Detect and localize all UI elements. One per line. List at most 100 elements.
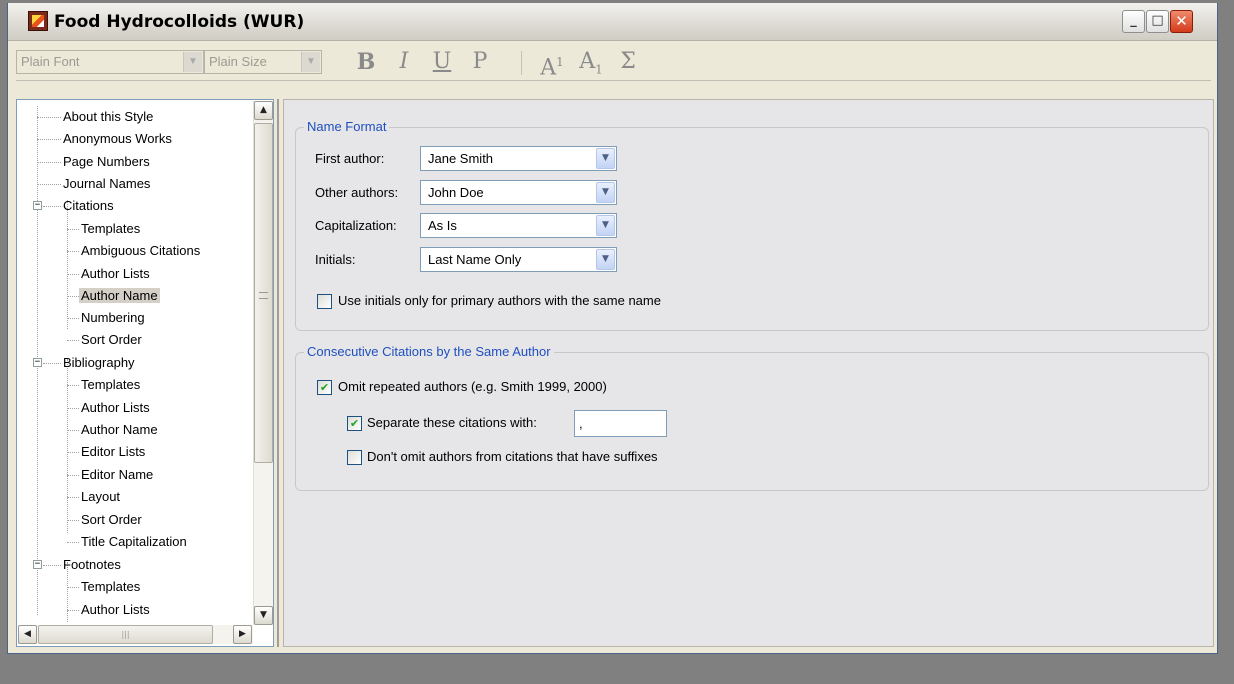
tree-item[interactable]: Author Lists — [79, 397, 152, 419]
tree-item[interactable]: Title Capitalization — [79, 531, 189, 553]
tree-item[interactable]: Author Name — [79, 419, 160, 441]
use-initials-label: Use initials only for primary authors wi… — [338, 293, 661, 308]
scroll-up-icon[interactable]: ▲ — [254, 101, 273, 120]
tree-item[interactable]: Templates — [79, 374, 142, 396]
tree-item[interactable]: Numbering — [79, 307, 147, 329]
tree-item[interactable]: Sort Order — [79, 329, 144, 351]
tree-horizontal-scrollbar[interactable]: ◀ ||| ▶ — [18, 625, 253, 644]
capitalization-label: Capitalization: — [315, 218, 397, 233]
maximize-button[interactable]: □ — [1146, 10, 1169, 33]
tree-item[interactable]: Editor Lists — [79, 441, 147, 463]
tree-connector — [67, 520, 79, 521]
plain-button[interactable]: P — [468, 49, 492, 75]
tree-connector — [37, 139, 61, 140]
initials-value: Last Name Only — [428, 252, 522, 267]
tree-vertical-scrollbar[interactable]: ▲ ▼ — [253, 101, 273, 625]
use-initials-checkbox[interactable] — [317, 294, 332, 309]
tree-item[interactable]: Templates — [79, 218, 142, 240]
minimize-button[interactable]: _ — [1122, 10, 1145, 33]
tree-item[interactable]: Templates — [79, 576, 142, 598]
collapse-icon[interactable]: − — [33, 560, 42, 569]
tree-item[interactable]: Sort Order — [79, 509, 144, 531]
bold-button[interactable]: B — [354, 49, 378, 75]
other-authors-label: Other authors: — [315, 185, 399, 200]
tree-item-label: Page Numbers — [63, 154, 150, 169]
initials-select[interactable]: Last Name Only ▼ — [420, 247, 617, 272]
tree-connector — [67, 229, 79, 230]
superscript-mark: 1 — [556, 55, 564, 69]
tree-item[interactable]: About this Style — [61, 106, 155, 128]
scroll-thumb[interactable]: ||| — [38, 625, 213, 644]
consecutive-citations-legend: Consecutive Citations by the Same Author — [304, 344, 554, 359]
pane-splitter[interactable] — [277, 99, 279, 647]
tree-connector — [67, 430, 79, 431]
scroll-right-icon[interactable]: ▶ — [233, 625, 252, 644]
close-button[interactable]: ✕ — [1170, 10, 1193, 33]
other-authors-select[interactable]: John Doe ▼ — [420, 180, 617, 205]
tree-item-label: Anonymous Works — [63, 131, 172, 146]
first-author-select[interactable]: Jane Smith ▼ — [420, 146, 617, 171]
collapse-icon[interactable]: − — [33, 358, 42, 367]
first-author-label: First author: — [315, 151, 385, 166]
app-window: Food Hydrocolloids (WUR) _ □ ✕ Plain Fon… — [7, 3, 1218, 654]
scroll-down-icon[interactable]: ▼ — [254, 606, 273, 625]
dont-omit-checkbox[interactable] — [347, 450, 362, 465]
tree-item[interactable]: Ambiguous Citations — [79, 240, 202, 262]
tree-item[interactable]: Page Numbers — [61, 151, 152, 173]
symbol-button[interactable]: Σ — [616, 49, 640, 75]
tree-item-label: Layout — [81, 489, 121, 504]
font-select-value: Plain Font — [21, 54, 80, 69]
underline-button[interactable]: U — [430, 49, 454, 75]
tree-item[interactable]: Layout — [79, 486, 122, 508]
tree-item-label: Journal Names — [63, 176, 151, 191]
separator-input[interactable]: , — [574, 410, 667, 437]
app-icon[interactable] — [28, 11, 48, 31]
superscript-button[interactable]: A1 — [532, 49, 572, 80]
italic-button[interactable]: I — [392, 49, 416, 75]
chevron-down-icon[interactable]: ▼ — [301, 52, 320, 72]
scroll-thumb[interactable] — [254, 123, 273, 463]
tree-item[interactable]: Anonymous Works — [61, 128, 174, 150]
tree-item-footnotes[interactable]: Footnotes — [61, 554, 123, 576]
tree-item[interactable]: Journal Names — [61, 173, 152, 195]
tree-connector — [67, 318, 79, 319]
omit-repeated-checkbox[interactable]: ✔ — [317, 380, 332, 395]
tree-item-selected[interactable]: Author Name — [79, 285, 160, 307]
tree-connector — [67, 475, 79, 476]
chevron-down-icon[interactable]: ▼ — [596, 249, 615, 270]
subscript-button[interactable]: A1 — [574, 49, 608, 76]
title-bar[interactable]: Food Hydrocolloids (WUR) _ □ ✕ — [8, 3, 1217, 41]
tree-item[interactable]: Author Lists — [79, 263, 152, 285]
style-tree: About this Style Anonymous Works Page Nu… — [16, 99, 274, 647]
capitalization-select[interactable]: As Is ▼ — [420, 213, 617, 238]
superscript-letter: A — [540, 55, 557, 81]
window-title: Food Hydrocolloids (WUR) — [54, 12, 305, 32]
chevron-down-icon[interactable]: ▼ — [596, 182, 615, 203]
chevron-down-icon[interactable]: ▼ — [596, 148, 615, 169]
tree-item-label: Author Lists — [81, 400, 150, 415]
chevron-down-icon[interactable]: ▼ — [596, 215, 615, 236]
tree-item-label: Author Lists — [81, 602, 150, 617]
tree-item[interactable]: Author Lists — [79, 599, 152, 621]
tree-item-label: Footnotes — [63, 557, 121, 572]
tree-item-label: Sort Order — [81, 512, 142, 527]
tree-item-bibliography[interactable]: Bibliography — [61, 352, 137, 374]
first-author-value: Jane Smith — [428, 151, 494, 166]
size-select[interactable]: Plain Size ▼ — [204, 50, 322, 74]
tree-connector — [67, 497, 79, 498]
tree-connector — [37, 117, 61, 118]
collapse-icon[interactable]: − — [33, 201, 42, 210]
scroll-left-icon[interactable]: ◀ — [18, 625, 37, 644]
tree-item-label: Ambiguous Citations — [81, 243, 201, 258]
tree-item-label: About this Style — [63, 109, 154, 124]
format-toolbar: Plain Font ▼ Plain Size ▼ B I U P A1 A1 … — [16, 43, 1211, 81]
tree-item[interactable]: Editor Name — [79, 464, 155, 486]
separate-citations-checkbox[interactable]: ✔ — [347, 416, 362, 431]
chevron-down-icon[interactable]: ▼ — [183, 52, 202, 72]
separate-citations-label: Separate these citations with: — [367, 415, 537, 430]
tree-item-citations[interactable]: Citations — [61, 195, 116, 217]
font-select[interactable]: Plain Font ▼ — [16, 50, 204, 74]
initials-label: Initials: — [315, 252, 356, 267]
tree-connector — [67, 542, 79, 543]
tree-item-label: Editor Name — [81, 467, 154, 482]
